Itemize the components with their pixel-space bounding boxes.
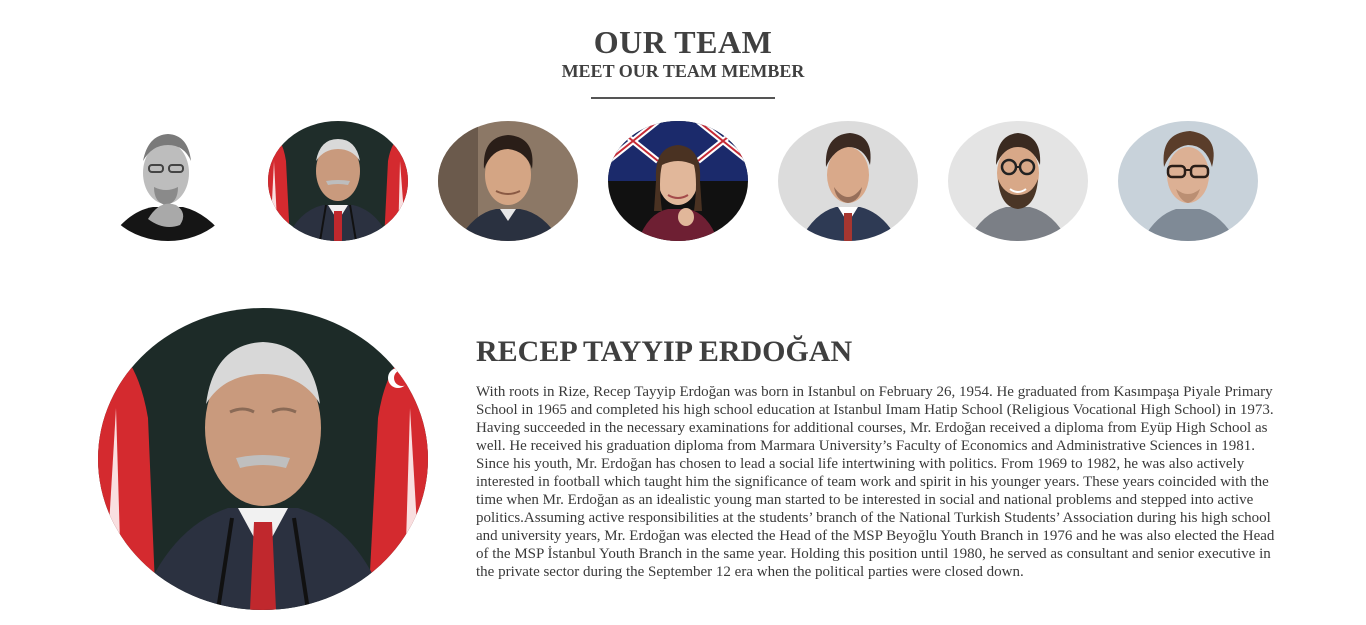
team-member-avatar-6[interactable] xyxy=(948,121,1088,241)
section-header: OUR TEAM MEET OUR TEAM MEMBER xyxy=(0,24,1366,99)
portrait-woman-flag-background-icon xyxy=(608,121,748,241)
portrait-young-man-suit-icon xyxy=(778,121,918,241)
selected-member-bio-paragraph-1: With roots in Rize, Recep Tayyip Erdoğan… xyxy=(476,384,1274,454)
selected-member-bio-paragraph-2: Since his youth, Mr. Erdoğan has chosen … xyxy=(476,456,1275,580)
team-member-avatar-7[interactable] xyxy=(1118,121,1258,241)
team-member-avatar-2[interactable] xyxy=(268,121,408,241)
portrait-bearded-man-glasses-icon xyxy=(948,121,1088,241)
selected-member-photo xyxy=(98,308,428,610)
team-member-avatar-4[interactable] xyxy=(608,121,748,241)
team-page: OUR TEAM MEET OUR TEAM MEMBER RECEP TAYY… xyxy=(0,0,1366,625)
portrait-older-man-flags-icon xyxy=(268,121,408,241)
portrait-black-and-white-man-hand-on-chin-icon xyxy=(98,121,238,241)
title-underline xyxy=(591,97,775,99)
selected-member-detail: RECEP TAYYIP ERDOĞAN With roots in Rize,… xyxy=(476,334,1276,581)
team-member-avatar-5[interactable] xyxy=(778,121,918,241)
team-member-avatar-1[interactable] xyxy=(98,121,238,241)
portrait-man-dark-hair-icon xyxy=(438,121,578,241)
team-member-list xyxy=(98,121,1268,242)
team-member-avatar-3[interactable] xyxy=(438,121,578,241)
portrait-older-man-flags-icon xyxy=(98,308,428,610)
page-title: OUR TEAM xyxy=(593,24,773,60)
portrait-man-glasses-icon xyxy=(1118,121,1258,241)
selected-member-name: RECEP TAYYIP ERDOĞAN xyxy=(476,335,853,368)
page-subtitle: MEET OUR TEAM MEMBER xyxy=(561,61,805,81)
